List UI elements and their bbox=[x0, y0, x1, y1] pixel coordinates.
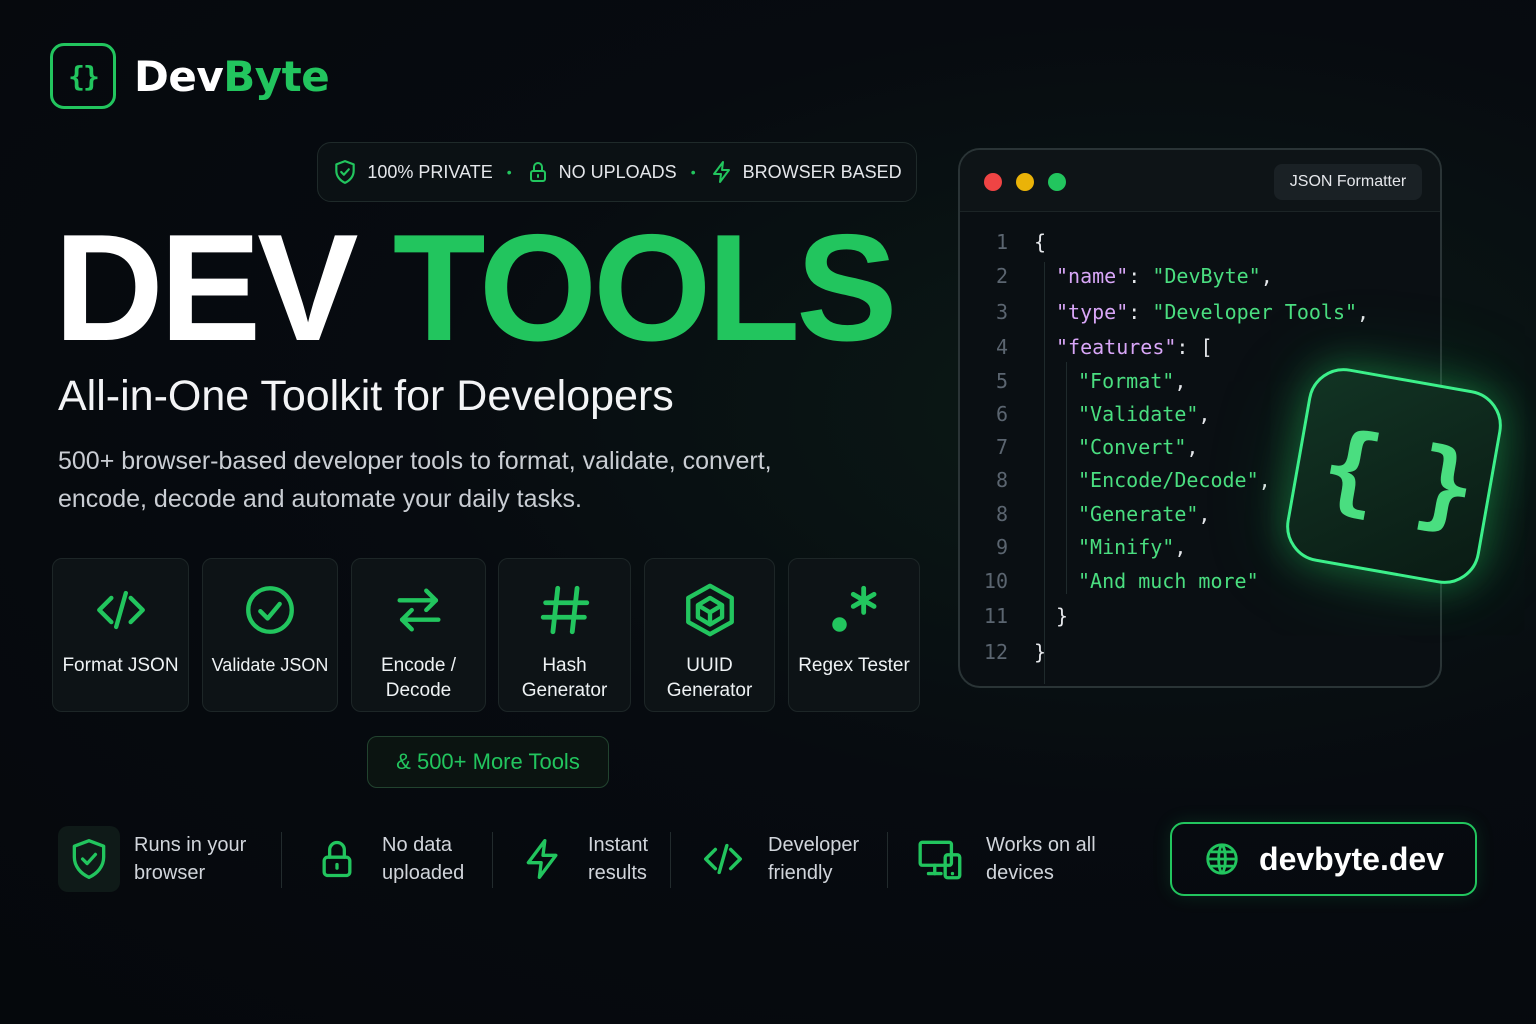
maximize-window-button[interactable] bbox=[1048, 173, 1066, 191]
feature-label: No data uploaded bbox=[382, 834, 465, 884]
code-line: "features": [ bbox=[1056, 335, 1213, 359]
feature-label: Runs in your browser bbox=[134, 834, 247, 884]
code-line: } bbox=[1056, 604, 1069, 628]
tool-label: Format JSON bbox=[62, 655, 179, 676]
code-line: "Encode/Decode", bbox=[1078, 468, 1271, 492]
line-number: 9 bbox=[995, 535, 1008, 559]
line-number: 10 bbox=[983, 569, 1008, 593]
shield-check-icon bbox=[72, 839, 106, 879]
curly-braces-icon: { } bbox=[1280, 362, 1508, 590]
badge-separator: • bbox=[506, 164, 512, 180]
hero-word-tools: TOOLS bbox=[392, 203, 898, 373]
tool-label: Encode / Decode bbox=[381, 655, 456, 701]
badge-private: 100% PRIVATE bbox=[332, 159, 493, 185]
cube-icon bbox=[685, 583, 734, 637]
badge-label: 100% PRIVATE bbox=[367, 161, 493, 182]
tool-card-regex-tester[interactable]: Regex Tester bbox=[788, 558, 920, 712]
regex-icon bbox=[832, 585, 877, 632]
code-line: "Validate", bbox=[1078, 402, 1211, 426]
tool-label: Validate JSON bbox=[211, 655, 329, 675]
code-brackets-icon bbox=[96, 590, 145, 630]
line-number: 12 bbox=[983, 640, 1008, 664]
code-line: "Convert", bbox=[1078, 435, 1199, 459]
brand-name[interactable]: DevByte bbox=[134, 52, 330, 101]
close-window-button[interactable] bbox=[984, 173, 1002, 191]
lightning-icon bbox=[712, 161, 730, 183]
line-number: 7 bbox=[995, 435, 1008, 459]
line-number: 2 bbox=[995, 264, 1008, 288]
code-brackets-icon bbox=[704, 843, 742, 875]
indent-guide bbox=[1066, 362, 1067, 594]
feature-label: Works on all devices bbox=[986, 834, 1096, 884]
feature-divider bbox=[670, 832, 671, 888]
subtitle: All-in-One Toolkit for Developers bbox=[58, 372, 674, 420]
feature-runs-in-browser: Runs in your browser bbox=[58, 826, 264, 892]
website-link[interactable]: devbyte.dev bbox=[1170, 822, 1477, 896]
editor-tab[interactable]: JSON Formatter bbox=[1274, 164, 1422, 200]
badge-separator: • bbox=[690, 164, 696, 180]
feature-divider bbox=[281, 832, 282, 888]
minimize-window-button[interactable] bbox=[1016, 173, 1034, 191]
devices-icon bbox=[918, 840, 962, 880]
website-label: devbyte.dev bbox=[1259, 840, 1444, 877]
line-number: 4 bbox=[995, 335, 1008, 359]
check-circle-icon bbox=[246, 586, 294, 634]
tool-card-format-json[interactable]: Format JSON bbox=[52, 558, 189, 712]
tool-label: Regex Tester bbox=[798, 655, 910, 676]
code-line: "And much more" bbox=[1078, 569, 1259, 593]
badge-no-uploads: NO UPLOADS bbox=[526, 160, 677, 184]
code-line: "name": "DevByte", bbox=[1056, 264, 1273, 288]
line-number: 6 bbox=[995, 402, 1008, 426]
code-line: "Generate", bbox=[1078, 502, 1211, 526]
brand-name-right: Byte bbox=[223, 52, 330, 101]
feature-developer-friendly: Developer friendly bbox=[692, 826, 868, 892]
feature-works-on-all-devices: Works on all devices bbox=[910, 826, 1106, 892]
lock-icon bbox=[529, 162, 546, 182]
more-tools-button[interactable]: & 500+ More Tools bbox=[367, 736, 609, 788]
code-line: { bbox=[1034, 230, 1047, 254]
feature-no-data-uploaded: No data uploaded bbox=[306, 826, 482, 892]
editor-titlebar: JSON Formatter bbox=[960, 150, 1440, 212]
globe-icon bbox=[1206, 843, 1238, 875]
feature-divider bbox=[887, 832, 888, 888]
tool-card-uuid-generator[interactable]: UUID Generator bbox=[644, 558, 775, 712]
hero-word-dev: DEV bbox=[54, 203, 359, 373]
line-number: 8 bbox=[995, 502, 1008, 526]
tool-card-hash-generator[interactable]: Hash Generator bbox=[498, 558, 631, 712]
hash-icon bbox=[540, 585, 589, 635]
lock-icon bbox=[322, 840, 352, 878]
tool-card-validate-json[interactable]: Validate JSON bbox=[202, 558, 338, 712]
code-line: "Format", bbox=[1078, 369, 1187, 393]
shield-check-icon bbox=[335, 160, 356, 184]
tool-card-encode-decode[interactable]: Encode / Decode bbox=[351, 558, 486, 712]
tool-label: UUID Generator bbox=[666, 655, 753, 701]
hero-title: DEV TOOLS bbox=[54, 212, 898, 364]
line-number: 3 bbox=[995, 300, 1008, 324]
code-line: "type": "Developer Tools", bbox=[1056, 300, 1370, 324]
tool-label: Hash Generator bbox=[521, 655, 608, 701]
line-number: 5 bbox=[995, 369, 1008, 393]
lightning-icon bbox=[526, 839, 558, 879]
feature-label: Instant results bbox=[588, 834, 649, 884]
line-number: 1 bbox=[995, 230, 1008, 254]
logo-icon: {} bbox=[50, 43, 116, 109]
feature-instant-results: Instant results bbox=[512, 826, 668, 892]
feature-label: Developer friendly bbox=[768, 834, 860, 884]
line-number: 8 bbox=[995, 468, 1008, 492]
badge-label: BROWSER BASED bbox=[742, 161, 902, 182]
description: 500+ browser-based developer tools to fo… bbox=[58, 447, 772, 513]
swap-arrows-icon bbox=[396, 588, 441, 632]
privacy-badges: 100% PRIVATE • NO UPLOADS • BROWSER BASE… bbox=[317, 142, 917, 202]
badge-browser-based: BROWSER BASED bbox=[710, 160, 902, 184]
line-number: 11 bbox=[983, 604, 1008, 628]
badge-label: NO UPLOADS bbox=[558, 161, 677, 182]
code-line: "Minify", bbox=[1078, 535, 1187, 559]
feature-divider bbox=[492, 832, 493, 888]
brand-name-left: Dev bbox=[134, 52, 224, 101]
indent-guide bbox=[1044, 262, 1045, 684]
